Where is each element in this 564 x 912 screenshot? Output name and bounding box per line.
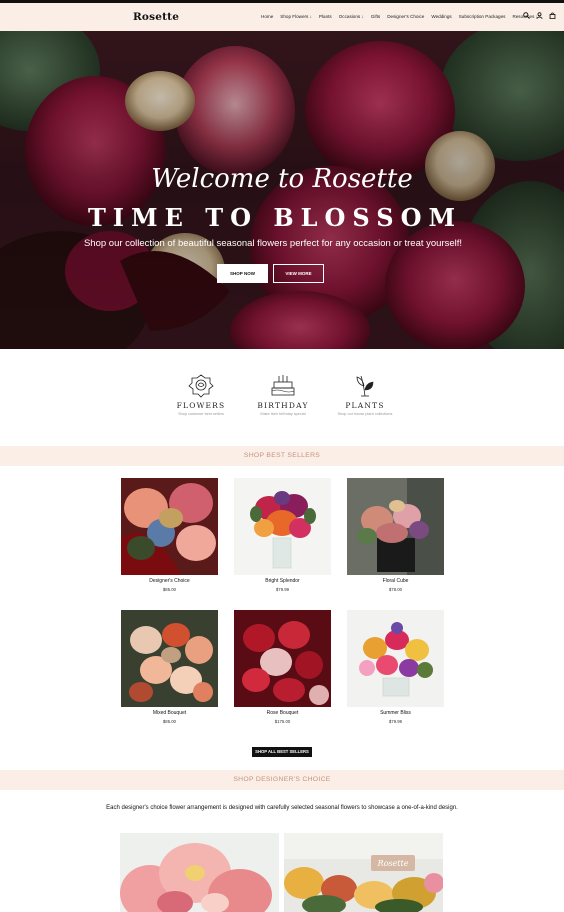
product-card[interactable]: Bright Splendor $79.99	[234, 478, 331, 592]
product-price: $79.99	[275, 587, 290, 592]
product-name[interactable]: Rose Bouquet	[234, 710, 331, 716]
view-more-button[interactable]: VIEW MORE	[273, 264, 324, 283]
product-image[interactable]	[347, 478, 444, 575]
product-price: $85.00	[162, 587, 177, 592]
product-name[interactable]: Bright Splendor	[234, 578, 331, 584]
hero-script-title: Welcome to Rosette	[151, 164, 413, 194]
shop-sign-text: Rosette	[377, 859, 409, 868]
main-nav: Home Shop Flowers ↓ Plants Occasions ↓ G…	[261, 14, 538, 19]
product-card[interactable]: Summer Bliss $79.99	[347, 610, 444, 724]
category-subtitle: Make their birthday special	[260, 412, 306, 416]
nav-designers-choice[interactable]: Designer's Choice	[387, 14, 424, 19]
site-header: Rosette Home Shop Flowers ↓ Plants Occas…	[0, 3, 564, 31]
designers-choice-description: Each designer's choice flower arrangemen…	[106, 805, 458, 811]
product-image[interactable]	[121, 478, 218, 575]
hero-banner: Welcome to Rosette TIME TO BLOSSOM Shop …	[0, 31, 564, 349]
category-plants[interactable]: PLANTS Shop our house plant collections	[330, 372, 400, 416]
product-image[interactable]	[347, 610, 444, 707]
nav-home[interactable]: Home	[261, 14, 273, 19]
product-card[interactable]: Floral Cube $78.00	[347, 478, 444, 592]
product-name[interactable]: Summer Bliss	[347, 710, 444, 716]
product-name[interactable]: Floral Cube	[347, 578, 444, 584]
logo[interactable]: Rosette	[133, 11, 179, 23]
product-image[interactable]	[234, 478, 331, 575]
product-card[interactable]: Mixed Bouquet $85.00	[121, 610, 218, 724]
category-title: PLANTS	[345, 401, 385, 410]
designers-choice-image-2[interactable]: Rosette	[284, 833, 443, 912]
category-subtitle: Shop our house plant collections	[337, 412, 393, 416]
hero-subtitle: Shop our collection of beautiful seasona…	[83, 238, 463, 249]
search-icon[interactable]	[523, 12, 530, 19]
best-sellers-heading: SHOP BEST SELLERS	[0, 446, 564, 466]
product-card[interactable]: Rose Bouquet $175.00	[234, 610, 331, 724]
product-price: $175.00	[274, 719, 291, 724]
category-subtitle: Shop customer best sellers	[178, 412, 224, 416]
hero-title: TIME TO BLOSSOM	[87, 203, 463, 232]
nav-weddings[interactable]: Weddings	[431, 14, 451, 19]
category-flowers[interactable]: FLOWERS Shop customer best sellers	[166, 372, 236, 416]
rose-icon	[188, 374, 214, 398]
product-name[interactable]: Designer's Choice	[121, 578, 218, 584]
plant-icon	[356, 375, 374, 397]
product-image[interactable]	[234, 610, 331, 707]
category-title: BIRTHDAY	[257, 401, 309, 410]
nav-shop-flowers[interactable]: Shop Flowers ↓	[280, 14, 312, 19]
product-price: $78.00	[388, 587, 403, 592]
product-price: $85.00	[162, 719, 177, 724]
product-price: $79.99	[388, 719, 403, 724]
cart-icon[interactable]	[549, 12, 556, 19]
nav-plants[interactable]: Plants	[319, 14, 332, 19]
nav-gifts[interactable]: Gifts	[371, 14, 380, 19]
nav-subscription-packages[interactable]: Subscription Packages	[459, 14, 506, 19]
product-image[interactable]	[121, 610, 218, 707]
designers-choice-image-1[interactable]	[120, 833, 279, 912]
header-icons	[523, 12, 556, 19]
account-icon[interactable]	[536, 12, 543, 19]
cake-icon	[271, 375, 295, 396]
shop-all-best-sellers-button[interactable]: SHOP ALL BEST SELLERS	[252, 747, 312, 757]
product-name[interactable]: Mixed Bouquet	[121, 710, 218, 716]
category-birthday[interactable]: BIRTHDAY Make their birthday special	[248, 372, 318, 416]
nav-occasions[interactable]: Occasions ↓	[339, 14, 364, 19]
category-title: FLOWERS	[176, 401, 226, 410]
shop-now-button[interactable]: SHOP NOW	[217, 264, 268, 283]
designers-choice-heading: SHOP DESIGNER'S CHOICE	[0, 770, 564, 790]
product-card[interactable]: Designer's Choice $85.00	[121, 478, 218, 592]
